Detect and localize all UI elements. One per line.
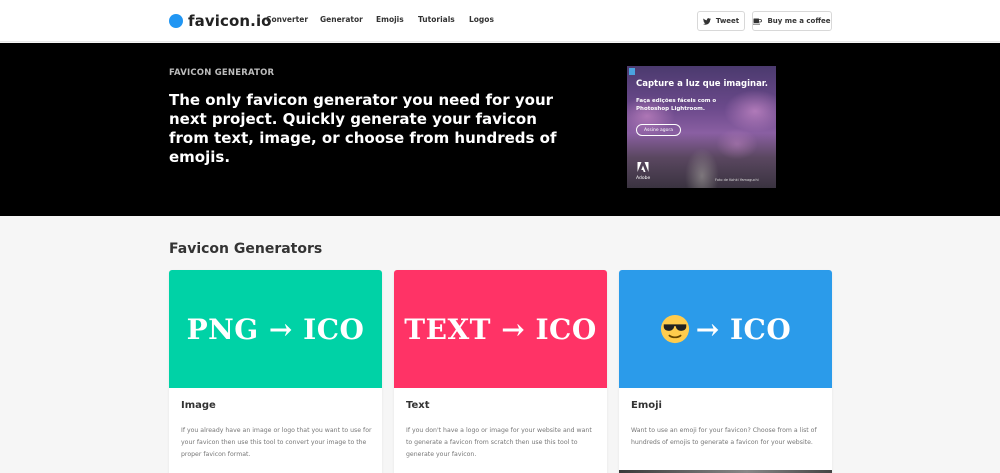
coffee-button-label: Buy me a coffee (767, 17, 831, 25)
card-description-text: If you don't have a logo or image for yo… (406, 427, 592, 458)
ad-subtext: Faça edições fáceis com o Photoshop Ligh… (636, 98, 717, 112)
card-title-emoji: Emoji (631, 400, 662, 411)
card-banner-emoji: → ICO (619, 270, 832, 388)
card-description-image: If you already have an image or logo tha… (181, 427, 372, 458)
nav-link-tutorials[interactable]: Tutorials (418, 15, 455, 24)
site-logo[interactable]: favicon.io (169, 10, 272, 32)
adobe-logo-icon (637, 162, 649, 172)
advertisement[interactable]: Capture a luz que imaginar. Faça edições… (627, 66, 776, 188)
card-image-generator[interactable]: PNG → ICO Image If you already have an i… (169, 270, 382, 473)
twitter-icon (702, 17, 711, 25)
card-banner-emoji-text: → ICO (695, 312, 792, 346)
card-banner-text: TEXT → ICO (394, 270, 607, 388)
hero-eyebrow: FAVICON GENERATOR (169, 68, 275, 78)
card-title-image: Image (181, 400, 216, 411)
hero-title: The only favicon generator you need for … (169, 91, 557, 166)
card-emoji-generator[interactable]: → ICO Emoji Want to use an emoji for you… (619, 270, 832, 473)
ad-brand: Adobe (636, 176, 651, 181)
ad-choices-icon[interactable] (629, 68, 635, 75)
nav-link-logos[interactable]: Logos (469, 15, 494, 24)
tweet-button-label: Tweet (715, 17, 740, 25)
nav-link-converter[interactable]: Converter (266, 15, 308, 24)
ad-cta-button[interactable]: Assine agora (636, 124, 681, 136)
card-description-emoji: Want to use an emoji for your favicon? C… (631, 427, 817, 446)
section-title: Favicon Generators (169, 241, 323, 257)
card-text-generator[interactable]: TEXT → ICO Text If you don't have a logo… (394, 270, 607, 473)
coffee-cup-icon (753, 18, 763, 25)
top-navbar: favicon.io Converter Generator Emojis Tu… (0, 0, 1000, 42)
logo-dot-icon (169, 14, 183, 28)
hero-banner: FAVICON GENERATOR The only favicon gener… (0, 43, 1000, 216)
card-banner-image: PNG → ICO (169, 270, 382, 388)
nav-link-emojis[interactable]: Emojis (376, 15, 404, 24)
ad-headline: Capture a luz que imaginar. (636, 79, 769, 89)
sunglasses-emoji-icon (660, 314, 689, 344)
ad-photo-credit: Foto de Kohki Yamaguchi (715, 178, 759, 182)
tweet-button[interactable]: Tweet (697, 11, 745, 31)
card-title-text: Text (406, 400, 430, 411)
buy-me-a-coffee-button[interactable]: Buy me a coffee (752, 11, 832, 31)
nav-link-generator[interactable]: Generator (320, 15, 363, 24)
logo-text: favicon.io (188, 12, 272, 30)
